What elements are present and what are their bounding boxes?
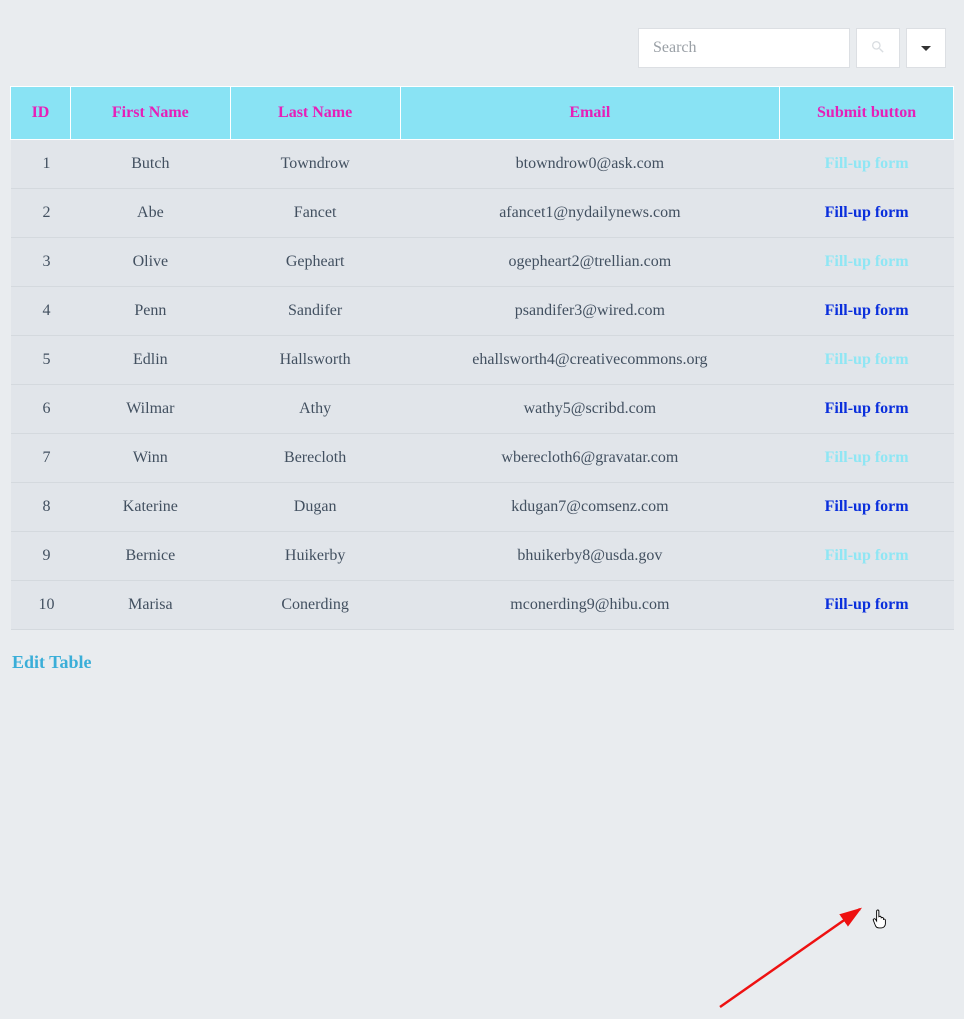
- cell-email: btowndrow0@ask.com: [400, 140, 780, 189]
- fill-up-form-link[interactable]: Fill-up form: [825, 253, 909, 270]
- cell-last: Huikerby: [230, 532, 400, 581]
- cell-first: Katerine: [70, 483, 230, 532]
- cell-last: Dugan: [230, 483, 400, 532]
- arrow-icon: [710, 899, 880, 1019]
- cell-email: psandifer3@wired.com: [400, 287, 780, 336]
- cell-first: Marisa: [70, 581, 230, 630]
- cell-submit: Fill-up form: [780, 483, 954, 532]
- cell-email: mconerding9@hibu.com: [400, 581, 780, 630]
- fill-up-form-link[interactable]: Fill-up form: [825, 547, 909, 564]
- fill-up-form-link[interactable]: Fill-up form: [825, 155, 909, 172]
- cell-submit: Fill-up form: [780, 532, 954, 581]
- pointer-cursor-icon: [871, 908, 889, 935]
- cell-last: Hallsworth: [230, 336, 400, 385]
- cell-id: 5: [11, 336, 71, 385]
- toolbar: [10, 10, 954, 86]
- cell-id: 4: [11, 287, 71, 336]
- fill-up-form-link[interactable]: Fill-up form: [825, 596, 909, 613]
- cell-submit: Fill-up form: [780, 434, 954, 483]
- cell-email: wathy5@scribd.com: [400, 385, 780, 434]
- table-header-row: ID First Name Last Name Email Submit but…: [11, 87, 954, 140]
- cell-id: 8: [11, 483, 71, 532]
- table-row: 1ButchTowndrowbtowndrow0@ask.com Fill-up …: [11, 140, 954, 189]
- cell-id: 2: [11, 189, 71, 238]
- edit-table-link[interactable]: Edit Table: [12, 652, 92, 673]
- cell-last: Berecloth: [230, 434, 400, 483]
- cell-first: Penn: [70, 287, 230, 336]
- table-row: 5EdlinHallsworthehallsworth4@creativecom…: [11, 336, 954, 385]
- cell-last: Gepheart: [230, 238, 400, 287]
- col-header-email[interactable]: Email: [400, 87, 780, 140]
- cell-id: 1: [11, 140, 71, 189]
- cell-submit: Fill-up form: [780, 385, 954, 434]
- cell-last: Conerding: [230, 581, 400, 630]
- search-icon: [870, 39, 886, 58]
- cell-id: 9: [11, 532, 71, 581]
- cell-first: Abe: [70, 189, 230, 238]
- cell-email: wberecloth6@gravatar.com: [400, 434, 780, 483]
- cell-submit: Fill-up form: [780, 287, 954, 336]
- cell-last: Towndrow: [230, 140, 400, 189]
- fill-up-form-link[interactable]: Fill-up form: [825, 400, 909, 417]
- table-row: 2AbeFancetafancet1@nydailynews.com Fill-u…: [11, 189, 954, 238]
- table-row: 9BerniceHuikerbybhuikerby8@usda.gov Fill-…: [11, 532, 954, 581]
- cell-last: Athy: [230, 385, 400, 434]
- cell-email: kdugan7@comsenz.com: [400, 483, 780, 532]
- cell-email: bhuikerby8@usda.gov: [400, 532, 780, 581]
- fill-up-form-link[interactable]: Fill-up form: [825, 449, 909, 466]
- cell-submit: Fill-up form: [780, 336, 954, 385]
- fill-up-form-link[interactable]: Fill-up form: [825, 302, 909, 319]
- col-header-id[interactable]: ID: [11, 87, 71, 140]
- col-header-first[interactable]: First Name: [70, 87, 230, 140]
- table-row: 8KaterineDugankdugan7@comsenz.com Fill-up…: [11, 483, 954, 532]
- caret-down-icon: [921, 46, 931, 51]
- col-header-submit[interactable]: Submit button: [780, 87, 954, 140]
- table-row: 7WinnBereclothwberecloth6@gravatar.com Fi…: [11, 434, 954, 483]
- cell-submit: Fill-up form: [780, 140, 954, 189]
- cell-first: Bernice: [70, 532, 230, 581]
- cell-id: 6: [11, 385, 71, 434]
- cell-first: Wilmar: [70, 385, 230, 434]
- cell-id: 3: [11, 238, 71, 287]
- data-table: ID First Name Last Name Email Submit but…: [10, 86, 954, 630]
- cell-id: 10: [11, 581, 71, 630]
- cell-first: Olive: [70, 238, 230, 287]
- table-row: 10MarisaConerdingmconerding9@hibu.com Fil…: [11, 581, 954, 630]
- search-button[interactable]: [856, 28, 900, 68]
- cell-id: 7: [11, 434, 71, 483]
- table-row: 4PennSandiferpsandifer3@wired.com Fill-up…: [11, 287, 954, 336]
- table-row: 6WilmarAthywathy5@scribd.com Fill-up form: [11, 385, 954, 434]
- cell-first: Butch: [70, 140, 230, 189]
- col-header-last[interactable]: Last Name: [230, 87, 400, 140]
- cell-first: Winn: [70, 434, 230, 483]
- cell-last: Sandifer: [230, 287, 400, 336]
- cell-submit: Fill-up form: [780, 238, 954, 287]
- cell-last: Fancet: [230, 189, 400, 238]
- cell-email: afancet1@nydailynews.com: [400, 189, 780, 238]
- table-row: 3OliveGepheartogepheart2@trellian.com Fil…: [11, 238, 954, 287]
- fill-up-form-link[interactable]: Fill-up form: [825, 204, 909, 221]
- fill-up-form-link[interactable]: Fill-up form: [825, 351, 909, 368]
- cell-first: Edlin: [70, 336, 230, 385]
- cell-email: ehallsworth4@creativecommons.org: [400, 336, 780, 385]
- search-input[interactable]: [638, 28, 850, 68]
- cell-submit: Fill-up form: [780, 581, 954, 630]
- dropdown-button[interactable]: [906, 28, 946, 68]
- cell-email: ogepheart2@trellian.com: [400, 238, 780, 287]
- cell-submit: Fill-up form: [780, 189, 954, 238]
- fill-up-form-link[interactable]: Fill-up form: [825, 498, 909, 515]
